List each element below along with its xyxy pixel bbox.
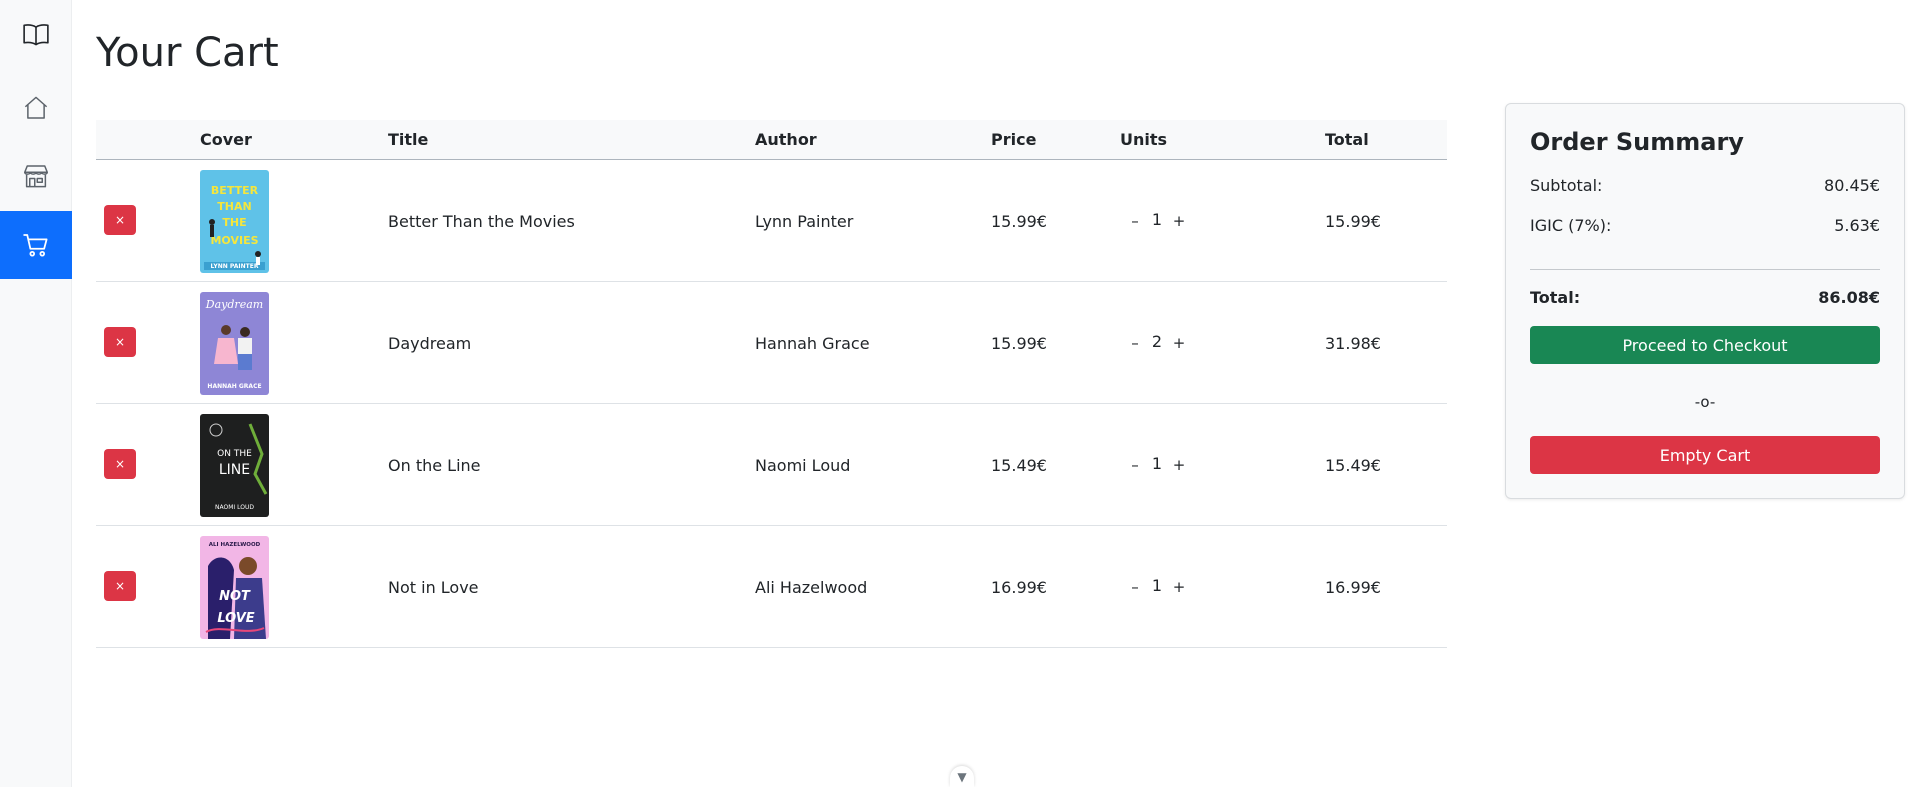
- column-header-author: Author: [755, 130, 817, 149]
- quantity-value: 1: [1151, 209, 1163, 229]
- svg-text:BETTER: BETTER: [211, 184, 259, 197]
- total-line: Total: 86.08€: [1530, 288, 1880, 307]
- sidebar-item-store[interactable]: [0, 142, 72, 210]
- quantity-value: 1: [1151, 575, 1163, 595]
- table-row: × ALI HAZELWOOD NOT LOVE Not in Love Ali…: [96, 526, 1447, 648]
- cover-author-text: LYNN PAINTER: [211, 263, 259, 270]
- item-author: Ali Hazelwood: [755, 577, 868, 597]
- chevron-down-icon: ▼: [957, 769, 967, 784]
- remove-item-button[interactable]: ×: [104, 205, 136, 235]
- table-header: Cover Title Author Price Units Total: [96, 120, 1447, 160]
- cart-table: Cover Title Author Price Units Total × B…: [96, 120, 1447, 648]
- item-total: 31.98€: [1325, 333, 1381, 353]
- book-cover[interactable]: ON THE LINE NAOMI LOUD: [200, 414, 269, 517]
- item-title: On the Line: [388, 455, 481, 475]
- increase-quantity-button[interactable]: +: [1170, 212, 1188, 230]
- book-icon: [23, 24, 49, 46]
- quantity-stepper: – 1 +: [1126, 160, 1246, 282]
- total-label: Total:: [1530, 288, 1581, 307]
- total-value: 86.08€: [1818, 288, 1880, 307]
- book-cover[interactable]: BETTER THAN THE MOVIES LYNN PAINTER: [200, 170, 269, 273]
- svg-text:LINE: LINE: [219, 462, 250, 478]
- column-header-total: Total: [1325, 130, 1369, 149]
- summary-divider: [1530, 269, 1880, 270]
- item-title: Not in Love: [388, 577, 479, 597]
- column-header-price: Price: [991, 130, 1037, 149]
- item-author: Naomi Loud: [755, 455, 851, 475]
- order-summary-card: Order Summary Subtotal: 80.45€ IGIC (7%)…: [1505, 103, 1905, 499]
- subtotal-line: Subtotal: 80.45€: [1530, 176, 1880, 195]
- svg-text:MOVIES: MOVIES: [210, 234, 258, 247]
- cover-author-text: NAOMI LOUD: [215, 504, 254, 511]
- decrease-quantity-button[interactable]: –: [1126, 456, 1144, 474]
- item-price: 15.49€: [991, 455, 1047, 475]
- order-summary-title: Order Summary: [1530, 128, 1744, 156]
- tax-label: IGIC (7%):: [1530, 216, 1612, 235]
- quantity-value: 2: [1151, 331, 1163, 351]
- remove-item-button[interactable]: ×: [104, 449, 136, 479]
- quantity-stepper: – 1 +: [1126, 526, 1246, 648]
- column-header-units: Units: [1120, 130, 1168, 149]
- book-cover[interactable]: Daydream HANNAH GRACE: [200, 292, 269, 395]
- remove-item-button[interactable]: ×: [104, 571, 136, 601]
- item-price: 15.99€: [991, 211, 1047, 231]
- svg-text:THE: THE: [222, 216, 246, 229]
- item-price: 16.99€: [991, 577, 1047, 597]
- item-title: Daydream: [388, 333, 472, 353]
- sidebar: [0, 0, 72, 787]
- store-icon: [24, 165, 48, 188]
- item-price: 15.99€: [991, 333, 1047, 353]
- table-row: × ON THE LINE NAOMI LOUD On the Line Nao…: [96, 404, 1447, 526]
- quantity-stepper: – 1 +: [1126, 404, 1246, 526]
- page-title: Your Cart: [96, 30, 279, 76]
- svg-text:ON THE: ON THE: [217, 449, 252, 459]
- item-total: 15.49€: [1325, 455, 1381, 475]
- empty-cart-button[interactable]: Empty Cart: [1530, 436, 1880, 474]
- item-title: Better Than the Movies: [388, 211, 575, 231]
- subtotal-label: Subtotal:: [1530, 176, 1603, 195]
- column-header-title: Title: [388, 130, 429, 149]
- quantity-stepper: – 2 +: [1126, 282, 1246, 404]
- decrease-quantity-button[interactable]: –: [1126, 334, 1144, 352]
- increase-quantity-button[interactable]: +: [1170, 578, 1188, 596]
- svg-text:THAN: THAN: [217, 200, 251, 213]
- tax-line: IGIC (7%): 5.63€: [1530, 216, 1880, 235]
- table-row: × Daydream HANNAH GRACE Daydream Hannah …: [96, 282, 1447, 404]
- home-icon: [24, 96, 48, 119]
- cart-icon: [23, 234, 48, 257]
- svg-text:LOVE: LOVE: [217, 611, 254, 626]
- item-author: Hannah Grace: [755, 333, 870, 353]
- cover-author-text: HANNAH GRACE: [207, 383, 261, 390]
- or-separator: -o-: [1694, 393, 1716, 411]
- proceed-to-checkout-button[interactable]: Proceed to Checkout: [1530, 326, 1880, 364]
- item-total: 15.99€: [1325, 211, 1381, 231]
- decrease-quantity-button[interactable]: –: [1126, 578, 1144, 596]
- remove-item-button[interactable]: ×: [104, 327, 136, 357]
- svg-text:NOT: NOT: [219, 589, 251, 604]
- increase-quantity-button[interactable]: +: [1170, 456, 1188, 474]
- quantity-value: 1: [1151, 453, 1163, 473]
- table-row: × BETTER THAN THE MOVIES LYNN PAINTER Be…: [96, 160, 1447, 282]
- column-header-cover: Cover: [200, 130, 252, 149]
- sidebar-item-cart[interactable]: [0, 211, 72, 279]
- increase-quantity-button[interactable]: +: [1170, 334, 1188, 352]
- decrease-quantity-button[interactable]: –: [1126, 212, 1144, 230]
- book-cover[interactable]: ALI HAZELWOOD NOT LOVE: [200, 536, 269, 639]
- sidebar-item-home[interactable]: [0, 74, 72, 142]
- item-total: 16.99€: [1325, 577, 1381, 597]
- cover-title-text: Daydream: [205, 298, 263, 311]
- sidebar-item-book[interactable]: [0, 0, 72, 68]
- scroll-down-button[interactable]: ▼: [950, 766, 974, 787]
- item-author: Lynn Painter: [755, 211, 854, 231]
- subtotal-value: 80.45€: [1824, 176, 1880, 195]
- tax-value: 5.63€: [1834, 216, 1880, 235]
- cover-author-text: ALI HAZELWOOD: [209, 542, 261, 548]
